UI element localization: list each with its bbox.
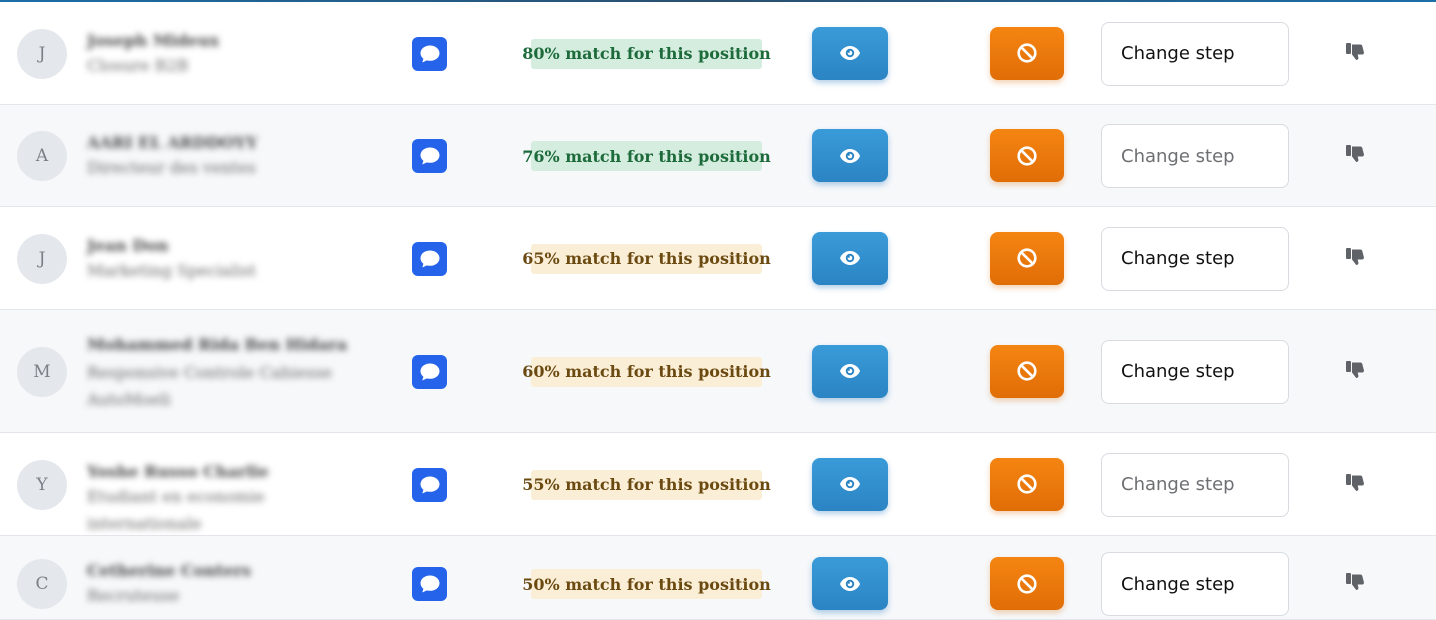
candidate-row: A AARI EL ARDDOYY Directeur des ventes 7…: [0, 105, 1436, 207]
view-profile-button[interactable]: [812, 26, 888, 80]
view-profile-button[interactable]: [812, 231, 888, 285]
thumbs-down-icon[interactable]: [1344, 41, 1368, 63]
change-step-button[interactable]: Change step: [1101, 226, 1289, 291]
eye-icon: [839, 363, 861, 379]
eye-icon: [839, 476, 861, 492]
candidate-row: C Cetherine Conters Recruteuse 50% match…: [0, 536, 1436, 620]
ban-icon: [1016, 360, 1038, 382]
view-profile-button[interactable]: [812, 129, 888, 182]
chat-bubble-icon: [419, 44, 441, 64]
reject-candidate-button[interactable]: [990, 129, 1064, 182]
avatar-initial: J: [38, 43, 46, 64]
reject-candidate-button[interactable]: [990, 26, 1064, 80]
avatar: M: [17, 346, 67, 397]
candidate-name[interactable]: AARI EL ARDDOYY: [87, 133, 257, 152]
match-badge: 55% match for this position: [522, 469, 771, 500]
candidate-role-line: Closure B2B: [87, 55, 189, 75]
avatar-initial: M: [33, 361, 51, 382]
candidate-row: J Joseph Mideux Closure B2B 80% match fo…: [0, 2, 1436, 105]
candidate-role-line: Directeur des ventes: [87, 158, 256, 177]
message-button[interactable]: [412, 36, 447, 71]
match-badge: 76% match for this position: [522, 141, 771, 171]
reject-candidate-button[interactable]: [990, 344, 1064, 398]
change-step-button[interactable]: Change step: [1101, 124, 1289, 188]
avatar: Y: [17, 459, 67, 510]
candidate-role: Etudiant en economie internationale: [87, 483, 357, 537]
avatar-initial: J: [38, 248, 46, 269]
candidate-role-line: Marketing Specialist: [87, 260, 257, 280]
chat-bubble-icon: [419, 574, 441, 594]
message-button[interactable]: [412, 467, 447, 502]
candidate-row: J Jean Don Marketing Specialist 65% matc…: [0, 207, 1436, 310]
candidate-name[interactable]: Jean Don: [87, 236, 169, 255]
candidate-role: Closure B2B: [87, 52, 357, 79]
candidate-role: Marketing Specialist: [87, 257, 357, 284]
avatar-initial: A: [35, 146, 49, 166]
eye-icon: [839, 45, 861, 61]
change-step-button[interactable]: Change step: [1101, 552, 1289, 616]
reject-candidate-button[interactable]: [990, 457, 1064, 511]
thumbs-down-icon[interactable]: [1344, 359, 1368, 381]
eye-icon: [839, 250, 861, 266]
avatar-initial: Y: [36, 474, 48, 495]
change-step-button[interactable]: Change step: [1101, 452, 1289, 517]
chat-bubble-icon: [419, 475, 441, 495]
chat-bubble-icon: [419, 362, 441, 382]
match-badge: 50% match for this position: [522, 569, 771, 599]
match-badge: 65% match for this position: [522, 243, 771, 274]
message-button[interactable]: [412, 567, 447, 601]
ban-icon: [1016, 42, 1038, 64]
thumbs-down-icon[interactable]: [1344, 571, 1368, 593]
view-profile-button[interactable]: [812, 457, 888, 511]
view-profile-button[interactable]: [812, 557, 888, 610]
candidate-role-line: Responsive Controle Cahiesse: [87, 362, 332, 382]
chat-bubble-icon: [419, 249, 441, 269]
change-step-button[interactable]: Change step: [1101, 339, 1289, 404]
message-button[interactable]: [412, 139, 447, 173]
candidate-role-line: Recruteuse: [87, 586, 180, 605]
candidate-name[interactable]: Cetherine Conters: [87, 561, 251, 580]
eye-icon: [839, 148, 861, 164]
candidate-role-line: Etudiant en economie internationale: [87, 486, 265, 533]
candidate-role: Recruteuse: [87, 582, 357, 609]
candidate-role: Responsive Controle Cahiesse AutoMoeli: [87, 359, 357, 413]
ban-icon: [1016, 145, 1038, 167]
reject-candidate-button[interactable]: [990, 231, 1064, 285]
avatar-initial: C: [35, 574, 49, 594]
avatar: J: [17, 233, 67, 284]
match-badge: 80% match for this position: [522, 38, 771, 69]
avatar: A: [17, 131, 67, 181]
ban-icon: [1016, 573, 1038, 595]
ban-icon: [1016, 247, 1038, 269]
candidate-name[interactable]: Mohammed Rida Ben Hidara: [87, 335, 347, 354]
thumbs-down-icon[interactable]: [1344, 246, 1368, 268]
change-step-button[interactable]: Change step: [1101, 21, 1289, 86]
avatar: C: [17, 559, 67, 609]
match-badge: 60% match for this position: [522, 356, 771, 387]
avatar: J: [17, 28, 67, 79]
candidate-row: M Mohammed Rida Ben Hidara Responsive Co…: [0, 310, 1436, 433]
candidate-name[interactable]: Joseph Mideux: [87, 31, 219, 50]
thumbs-down-icon[interactable]: [1344, 143, 1368, 165]
eye-icon: [839, 576, 861, 592]
message-button[interactable]: [412, 241, 447, 276]
view-profile-button[interactable]: [812, 344, 888, 398]
candidate-role: Directeur des ventes: [87, 154, 357, 181]
chat-bubble-icon: [419, 146, 441, 166]
ban-icon: [1016, 473, 1038, 495]
reject-candidate-button[interactable]: [990, 557, 1064, 610]
candidate-name[interactable]: Yoshe Russo Charlie: [87, 462, 269, 481]
message-button[interactable]: [412, 354, 447, 389]
thumbs-down-icon[interactable]: [1344, 472, 1368, 494]
candidate-role-line: AutoMoeli: [87, 389, 171, 409]
candidate-row: Y Yoshe Russo Charlie Etudiant en econom…: [0, 433, 1436, 536]
